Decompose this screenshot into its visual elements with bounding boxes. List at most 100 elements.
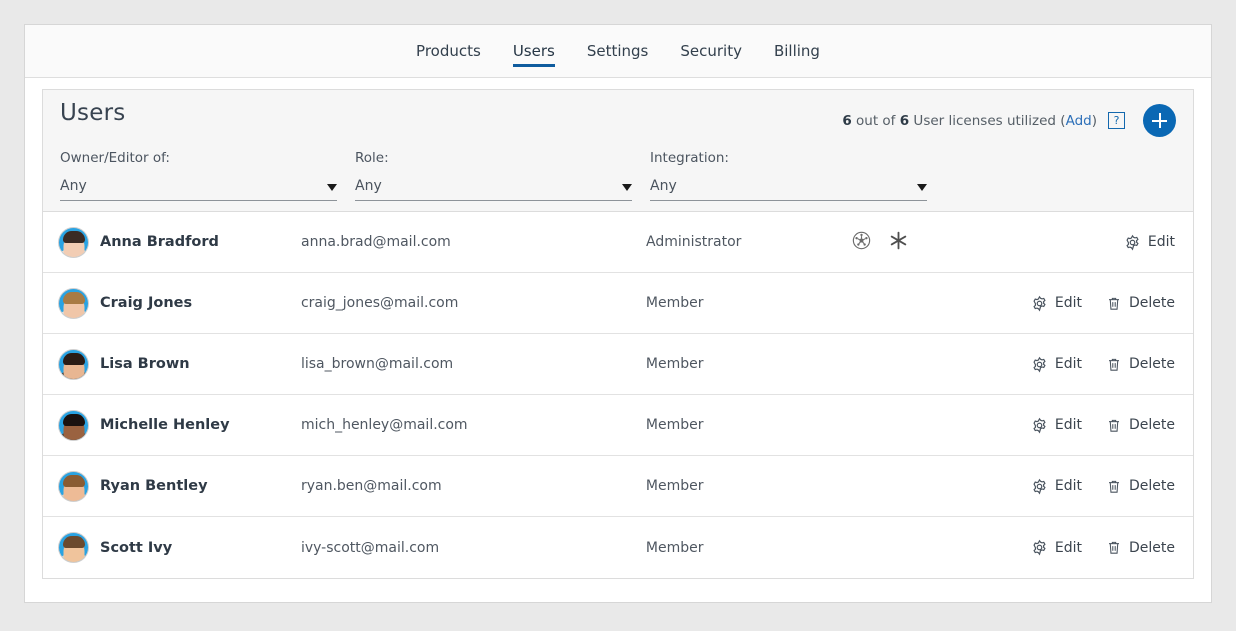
licenses-used-count: 6 (842, 112, 852, 129)
owner-editor-filter: Owner/Editor of: Any (60, 150, 355, 201)
tab-security[interactable]: Security (664, 25, 758, 78)
table-row: Ryan Bentley ryan.ben@mail.com Member Edit D… (43, 456, 1193, 517)
chevron-down-icon[interactable] (327, 184, 337, 191)
trash-icon (1106, 295, 1122, 312)
edit-button[interactable]: Edit (1031, 295, 1082, 312)
trash-icon (1106, 539, 1122, 556)
user-role: Member (645, 356, 704, 372)
user-actions: Edit Delete (1031, 356, 1193, 373)
role-filter-value: Any (355, 178, 382, 194)
edit-label: Edit (1054, 356, 1082, 372)
user-email: mich_henley@mail.com (300, 417, 468, 433)
user-email: ivy-scott@mail.com (300, 539, 440, 556)
user-actions: Edit Delete (1031, 295, 1193, 312)
user-cell: Michelle Henley (43, 410, 301, 440)
owner-editor-filter-value: Any (60, 178, 87, 194)
user-email: anna.brad@mail.com (301, 234, 451, 250)
tab-products[interactable]: Products (400, 25, 497, 78)
user-cell: Ryan Bentley (43, 471, 301, 501)
chevron-down-icon[interactable] (622, 184, 632, 191)
edit-button[interactable]: Edit (1031, 417, 1082, 434)
owner-editor-filter-select[interactable]: Any (60, 178, 337, 201)
user-role: Member (645, 539, 704, 556)
snowflake-icon[interactable] (888, 230, 909, 255)
delete-button[interactable]: Delete (1106, 539, 1175, 556)
avatar (59, 227, 88, 257)
delete-button[interactable]: Delete (1106, 478, 1175, 495)
edit-button[interactable]: Edit (1031, 539, 1082, 556)
add-user-button[interactable] (1143, 104, 1176, 137)
chevron-down-icon[interactable] (917, 184, 927, 191)
page-title: Users (60, 100, 126, 126)
integration-filter-value: Any (650, 178, 677, 194)
delete-label: Delete (1129, 295, 1175, 311)
user-name: Scott Ivy (100, 539, 173, 556)
user-email: craig_jones@mail.com (300, 295, 459, 311)
tab-billing[interactable]: Billing (758, 25, 836, 78)
avatar (59, 349, 88, 379)
table-row: Scott Ivy ivy-scott@mail.com Member Edit Del… (43, 517, 1193, 578)
license-status-text: 6 out of 6 User licenses utilized (Add) (842, 113, 1097, 129)
license-bar: 6 out of 6 User licenses utilized (Add) … (842, 104, 1176, 137)
users-card-header: Users 6 out of 6 User licenses utilized … (43, 90, 1193, 212)
user-name: Craig Jones (100, 295, 193, 311)
table-row: Lisa Brown lisa_brown@mail.com Member Edit D… (43, 334, 1193, 395)
trash-icon (1106, 417, 1122, 434)
license-text-middle: out of (851, 112, 900, 129)
user-role: Member (645, 478, 704, 494)
avatar (59, 471, 88, 501)
user-role: Member (645, 417, 704, 433)
trash-icon (1106, 478, 1122, 495)
edit-label: Edit (1054, 539, 1082, 556)
users-card: Users 6 out of 6 User licenses utilized … (42, 89, 1194, 579)
user-email: ryan.ben@mail.com (300, 478, 442, 494)
help-icon[interactable]: ? (1108, 112, 1125, 129)
tab-settings[interactable]: Settings (571, 25, 665, 78)
user-actions: Edit Delete (1031, 417, 1193, 434)
gear-icon (1124, 234, 1141, 251)
trash-icon (1106, 356, 1122, 373)
tab-bar: Products Users Settings Security Billing (25, 25, 1211, 78)
user-role: Member (645, 295, 704, 311)
user-name: Michelle Henley (100, 417, 230, 433)
user-integrations (851, 230, 1031, 255)
integration-filter-select[interactable]: Any (650, 178, 927, 201)
app-window: Products Users Settings Security Billing Use… (24, 24, 1212, 603)
user-actions: Edit Delete (1031, 478, 1193, 495)
user-list: Anna Bradford anna.brad@mail.com Administr… (43, 212, 1193, 578)
role-filter-label: Role: (355, 150, 389, 166)
delete-button[interactable]: Delete (1106, 417, 1175, 434)
edit-label: Edit (1147, 234, 1175, 250)
user-actions: Edit Delete (1031, 539, 1193, 556)
edit-label: Edit (1054, 417, 1082, 433)
delete-button[interactable]: Delete (1106, 356, 1175, 373)
user-cell: Lisa Brown (43, 349, 301, 379)
avatar (59, 288, 88, 318)
delete-label: Delete (1129, 478, 1175, 494)
edit-button[interactable]: Edit (1124, 234, 1175, 251)
edit-button[interactable]: Edit (1031, 356, 1082, 373)
delete-label: Delete (1129, 356, 1175, 372)
edit-label: Edit (1054, 295, 1082, 311)
tab-users[interactable]: Users (497, 25, 571, 78)
add-license-link[interactable]: Add (1066, 113, 1092, 129)
gear-icon (1031, 356, 1048, 373)
user-cell: Scott Ivy (43, 533, 301, 562)
table-row: Craig Jones craig_jones@mail.com Member Edi… (43, 273, 1193, 334)
kubernetes-icon[interactable] (851, 230, 872, 255)
user-cell: Anna Bradford (43, 227, 301, 257)
gear-icon (1031, 417, 1048, 434)
avatar (59, 533, 88, 562)
role-filter: Role: Any (355, 150, 650, 201)
gear-icon (1031, 295, 1048, 312)
role-filter-select[interactable]: Any (355, 178, 632, 201)
integration-filter-label: Integration: (650, 150, 729, 166)
user-name: Anna Bradford (100, 234, 219, 250)
edit-button[interactable]: Edit (1031, 478, 1082, 495)
licenses-total-count: 6 (899, 112, 910, 129)
gear-icon (1031, 478, 1048, 495)
owner-editor-filter-label: Owner/Editor of: (60, 150, 170, 166)
user-actions: Edit (1031, 234, 1193, 251)
table-row: Anna Bradford anna.brad@mail.com Administr… (43, 212, 1193, 273)
delete-button[interactable]: Delete (1106, 295, 1175, 312)
